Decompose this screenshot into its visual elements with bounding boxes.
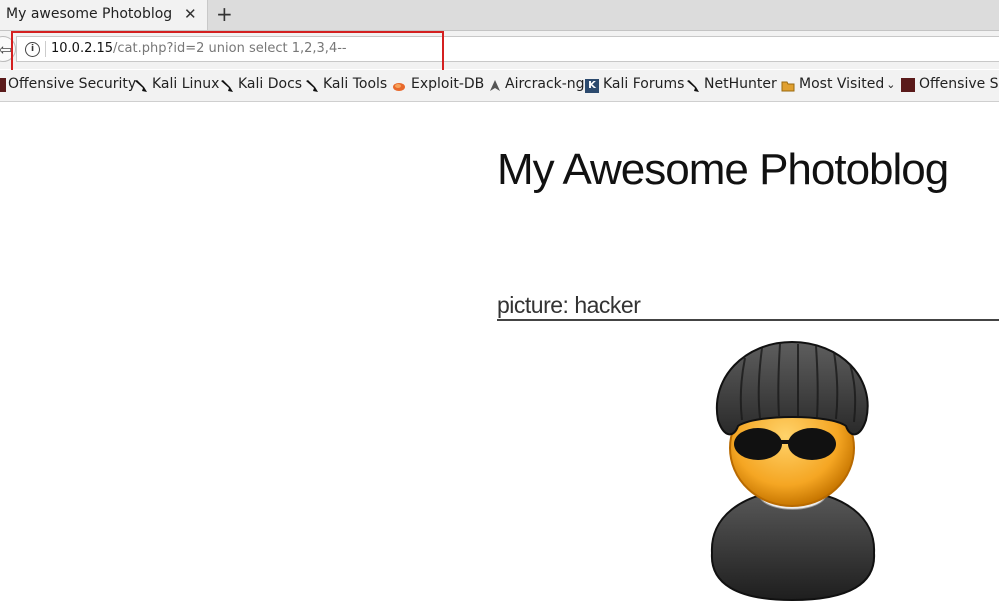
offsec-icon: [0, 78, 6, 92]
url-highlight-box: [11, 31, 444, 72]
folder-icon: [781, 79, 795, 93]
exploitdb-icon: [392, 79, 406, 93]
bookmark-aircrack-ng[interactable]: Aircrack-ng: [505, 76, 585, 92]
kali-dragon-icon: [305, 79, 319, 93]
chevron-down-icon: ⌄: [886, 78, 896, 91]
kali-forums-icon: K: [585, 79, 599, 93]
kali-dragon-icon: [686, 79, 700, 93]
browser-tab[interactable]: My awesome Photoblog ✕: [0, 0, 208, 30]
bookmark-nethunter[interactable]: NetHunter: [704, 76, 777, 92]
close-icon[interactable]: ✕: [184, 5, 197, 23]
most-visited-label: Most Visited: [799, 76, 885, 92]
hacker-image: [710, 340, 876, 602]
offsec-icon: [901, 78, 915, 92]
bookmark-offensive-security[interactable]: Offensive Security: [8, 76, 136, 92]
kali-dragon-icon: [220, 79, 234, 93]
caption-underline: [497, 319, 999, 321]
bookmark-exploit-db[interactable]: Exploit-DB: [411, 76, 484, 92]
bookmarks-toolbar: Offensive Security Kali Linux Kali Docs …: [0, 70, 999, 102]
kali-dragon-icon: [134, 79, 148, 93]
aircrack-icon: [488, 79, 502, 93]
bookmark-kali-linux[interactable]: Kali Linux: [152, 76, 219, 92]
tab-title: My awesome Photoblog: [6, 6, 173, 22]
bookmark-kali-forums[interactable]: Kali Forums: [603, 76, 684, 92]
bookmark-kali-docs[interactable]: Kali Docs: [238, 76, 302, 92]
tab-bar: My awesome Photoblog ✕ +: [0, 0, 999, 31]
plus-icon[interactable]: +: [216, 2, 233, 26]
bookmark-kali-tools[interactable]: Kali Tools: [323, 76, 387, 92]
bookmark-offensive-security-2[interactable]: Offensive Se: [919, 76, 999, 92]
bookmark-most-visited[interactable]: Most Visited ⌄: [799, 76, 895, 92]
page-title: My Awesome Photoblog: [497, 145, 949, 194]
picture-caption: picture: hacker: [497, 292, 641, 318]
